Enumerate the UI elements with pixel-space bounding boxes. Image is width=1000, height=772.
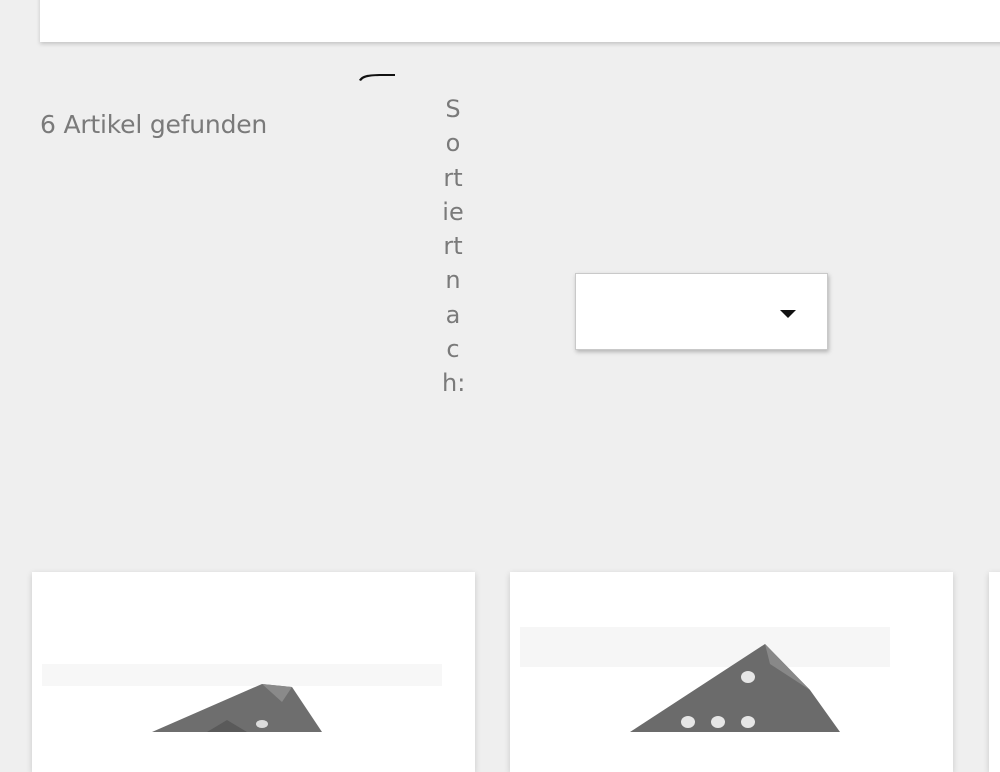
- metal-bracket-image: [42, 664, 442, 732]
- sort-dropdown[interactable]: [575, 273, 828, 350]
- caret-down-icon: [780, 310, 796, 318]
- product-card[interactable]: [32, 572, 475, 772]
- sort-label: Sortiert nach:: [442, 95, 471, 398]
- metal-bracket-image: [520, 627, 890, 732]
- top-panel: [40, 0, 1000, 42]
- result-count: 6 Artikel gefunden: [40, 110, 268, 139]
- product-card[interactable]: [510, 572, 953, 772]
- product-card[interactable]: [989, 572, 1000, 772]
- decorative-mark: [359, 74, 395, 81]
